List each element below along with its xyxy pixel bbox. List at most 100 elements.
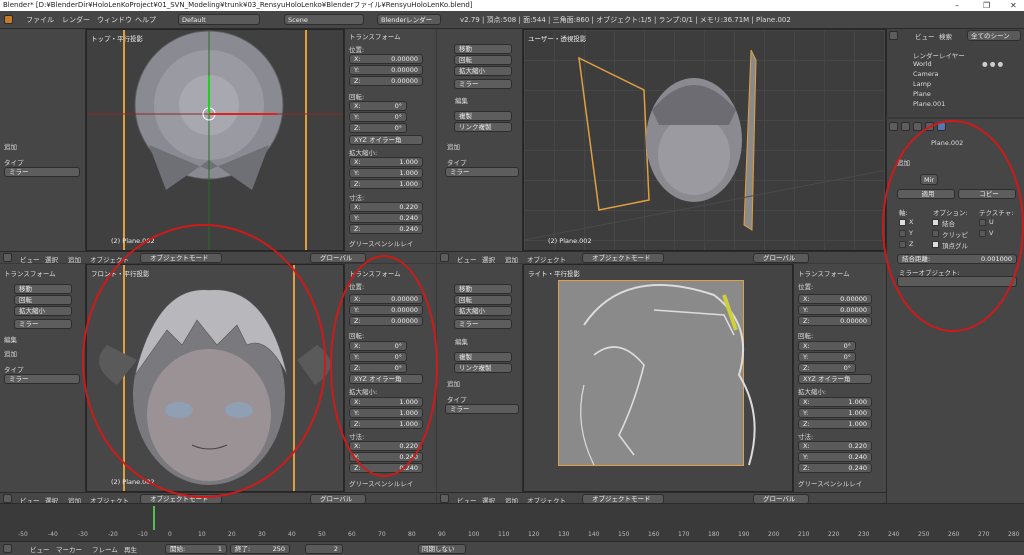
move-button[interactable]: 移動 <box>14 284 72 294</box>
editor-type-icon[interactable] <box>3 253 12 262</box>
type-dropdown[interactable]: ミラー <box>445 404 519 414</box>
link-duplicate-button[interactable]: リンク複製 <box>454 363 512 373</box>
location-x[interactable]: X: 0.00000 <box>798 294 872 304</box>
scale-z[interactable]: Z: 1.000 <box>798 419 872 429</box>
scale-y[interactable]: Y: 1.000 <box>798 408 872 418</box>
orientation-selector[interactable]: グローバル <box>753 253 809 263</box>
rotate-button[interactable]: 回転 <box>14 295 72 305</box>
grease-pencil-panel-title[interactable]: グリースペンシルレイ <box>349 478 413 488</box>
menu-add[interactable]: 追加 <box>68 254 81 264</box>
editor-type-icon[interactable] <box>3 544 12 553</box>
head-mesh-perspective[interactable] <box>524 30 886 251</box>
viewport-user-perspective[interactable]: ユーザー・透視投影 (2) Plane.002 <box>523 29 886 251</box>
rotation-z[interactable]: Z: 0° <box>798 363 856 373</box>
rotation-y[interactable]: Y: 0° <box>349 112 407 122</box>
editor-type-icon[interactable] <box>440 253 449 262</box>
current-frame-field[interactable]: 2 <box>305 544 343 554</box>
start-frame-field[interactable]: 開始: 1 <box>165 544 227 554</box>
menu-view[interactable]: ビュー <box>30 544 50 554</box>
edit-panel-title[interactable]: 編集 <box>455 336 468 346</box>
menu-frame[interactable]: フレーム <box>92 544 118 554</box>
scale-y[interactable]: Y: 1.000 <box>349 168 423 178</box>
outliner-filter-selector[interactable]: 全てのシーン <box>967 30 1021 41</box>
outliner-menu-view[interactable]: ビュー <box>915 31 935 41</box>
transform-panel-title[interactable]: トランスフォーム <box>798 268 850 278</box>
edit-panel-title[interactable]: 編集 <box>4 334 17 344</box>
render-engine-selector[interactable]: Blenderレンダー <box>377 14 441 25</box>
outliner-menu-search[interactable]: 検索 <box>939 31 952 41</box>
menu-object[interactable]: オブジェクト <box>527 254 566 264</box>
rotation-y[interactable]: Y: 0° <box>798 352 856 362</box>
minimize-button[interactable]: – <box>955 0 959 11</box>
scale-z[interactable]: Z: 1.000 <box>349 179 423 189</box>
outliner-item[interactable]: レンダーレイヤー <box>913 50 965 60</box>
layout-selector[interactable]: Default <box>178 14 260 25</box>
dimension-y[interactable]: Y: 0.240 <box>349 213 423 223</box>
outliner-item[interactable]: Lamp <box>913 80 931 88</box>
menu-view[interactable]: ビュー <box>20 254 40 264</box>
move-button[interactable]: 移動 <box>454 44 512 54</box>
add-panel-title[interactable]: 追加 <box>4 348 17 358</box>
menu-window[interactable]: ウィンドウ <box>97 15 132 25</box>
grease-pencil-panel-title[interactable]: グリースペンシルレイ <box>349 238 413 248</box>
eye-icon[interactable]: ● ● ● <box>982 60 1003 68</box>
menu-select[interactable]: 選択 <box>482 254 495 264</box>
rotation-z[interactable]: Z: 0° <box>349 123 407 133</box>
outliner-item[interactable]: Plane <box>913 90 931 98</box>
duplicate-button[interactable]: 複製 <box>454 352 512 362</box>
menu-render[interactable]: レンダー <box>62 15 90 25</box>
mirror-button[interactable]: ミラー <box>454 319 512 329</box>
menu-file[interactable]: ファイル <box>26 15 54 25</box>
scale-button[interactable]: 拡大縮小 <box>14 306 72 316</box>
add-panel-title[interactable]: 追加 <box>447 378 460 388</box>
add-panel-title[interactable]: 追加 <box>4 141 17 151</box>
menu-marker[interactable]: マーカー <box>56 544 82 554</box>
menu-view[interactable]: ビュー <box>457 254 477 264</box>
rotate-button[interactable]: 回転 <box>454 55 512 65</box>
add-panel-title[interactable]: 追加 <box>447 141 460 151</box>
move-button[interactable]: 移動 <box>454 284 512 294</box>
type-dropdown[interactable]: ミラー <box>4 167 80 177</box>
end-frame-field[interactable]: 終了: 250 <box>230 544 290 554</box>
outliner-item[interactable]: World <box>913 60 932 68</box>
transform-panel-title[interactable]: トランスフォーム <box>349 31 401 41</box>
type-dropdown[interactable]: ミラー <box>445 167 519 177</box>
dimension-x[interactable]: X: 0.220 <box>349 202 423 212</box>
rotation-mode-dropdown[interactable]: XYZ オイラー角 <box>798 374 872 384</box>
dimension-z[interactable]: Z: 0.240 <box>349 224 423 234</box>
rotation-mode-dropdown[interactable]: XYZ オイラー角 <box>349 135 423 145</box>
transform-panel-title[interactable]: トランスフォーム <box>4 268 56 278</box>
location-y[interactable]: Y: 0.00000 <box>798 305 872 315</box>
menu-add[interactable]: 追加 <box>505 254 518 264</box>
mirror-button[interactable]: ミラー <box>14 319 72 329</box>
edit-panel-title[interactable]: 編集 <box>455 95 468 105</box>
sync-mode-selector[interactable]: 同期しない <box>418 544 466 554</box>
dimension-z[interactable]: Z: 0.240 <box>798 463 872 473</box>
menu-select[interactable]: 選択 <box>45 254 58 264</box>
orientation-selector[interactable]: グローバル <box>310 253 366 263</box>
location-x[interactable]: X: 0.00000 <box>349 54 423 64</box>
duplicate-button[interactable]: 複製 <box>454 111 512 121</box>
mode-selector[interactable]: オブジェクトモード <box>582 253 664 263</box>
rotate-button[interactable]: 回転 <box>454 295 512 305</box>
editor-type-icon[interactable] <box>440 494 449 503</box>
info-editor-icon[interactable] <box>4 15 13 24</box>
head-mesh-top[interactable] <box>87 30 344 251</box>
scale-button[interactable]: 拡大縮小 <box>454 306 512 316</box>
editor-type-icon[interactable] <box>3 494 12 503</box>
timeline[interactable]: -50 -40 -30 -20 -10 0 10 20 30 40 50 60 70 80 90 100 110… <box>0 503 1024 541</box>
scale-x[interactable]: X: 1.000 <box>349 157 423 167</box>
viewport-right[interactable]: ライト・平行投影 <box>523 264 793 492</box>
dimension-x[interactable]: X: 0.220 <box>798 441 872 451</box>
maximize-button[interactable]: ❐ <box>983 0 990 11</box>
outliner-item[interactable]: Camera <box>913 70 939 78</box>
menu-playback[interactable]: 再生 <box>124 544 137 554</box>
scale-button[interactable]: 拡大縮小 <box>454 66 512 76</box>
scene-selector[interactable]: Scene <box>284 14 364 25</box>
scene-tab-icon[interactable] <box>913 122 922 131</box>
link-duplicate-button[interactable]: リンク複製 <box>454 122 512 132</box>
menu-help[interactable]: ヘルプ <box>135 15 156 25</box>
grease-pencil-panel-title[interactable]: グリースペンシルレイ <box>798 478 862 488</box>
dimension-y[interactable]: Y: 0.240 <box>798 452 872 462</box>
rotation-x[interactable]: X: 0° <box>798 341 856 351</box>
